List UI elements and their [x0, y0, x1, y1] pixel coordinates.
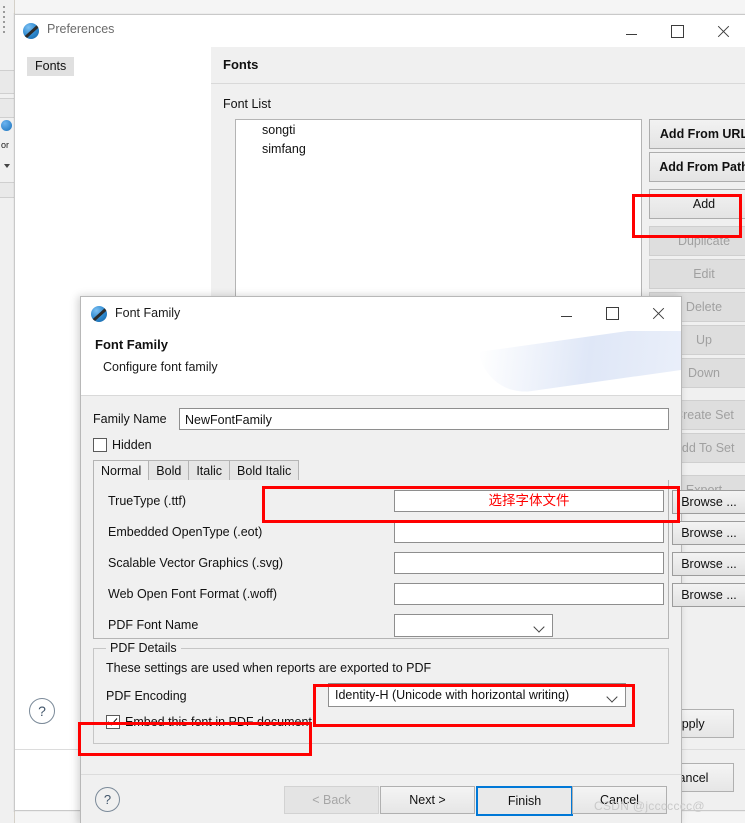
- close-button[interactable]: [635, 297, 681, 329]
- list-item[interactable]: songti: [236, 120, 641, 139]
- family-name-input[interactable]: NewFontFamily: [179, 408, 669, 430]
- embed-font-checkbox-row[interactable]: Embed this font in PDF document: [106, 715, 312, 729]
- maximize-icon: [605, 306, 619, 320]
- list-item[interactable]: simfang: [236, 139, 641, 158]
- font-files-panel: TrueType (.ttf) 选择字体文件 Browse ... Embedd…: [93, 480, 745, 639]
- svg-label: Scalable Vector Graphics (.svg): [108, 556, 284, 570]
- preferences-window-controls: [608, 15, 745, 47]
- pdf-font-name-label: PDF Font Name: [108, 618, 199, 632]
- maximize-button[interactable]: [654, 15, 700, 47]
- duplicate-button: Duplicate: [649, 226, 745, 256]
- close-icon: [717, 25, 730, 38]
- truetype-row: TrueType (.ttf) 选择字体文件 Browse ...: [108, 490, 745, 514]
- birt-small-icon: [1, 120, 12, 131]
- svg-browse-button[interactable]: Browse ...: [672, 552, 745, 576]
- edit-button: Edit: [649, 259, 745, 289]
- font-family-header: Font Family Configure font family: [81, 331, 681, 395]
- truetype-label: TrueType (.ttf): [108, 494, 187, 508]
- header-decoration: [478, 331, 681, 395]
- font-family-window-title: Font Family: [115, 306, 181, 320]
- header-title: Font Family: [95, 337, 168, 352]
- woff-browse-button[interactable]: Browse ...: [672, 583, 745, 607]
- birt-app-icon: [91, 306, 107, 322]
- ide-strip-b: [0, 98, 14, 118]
- add-button[interactable]: Add: [649, 189, 745, 219]
- page-title-divider: [211, 83, 745, 84]
- truetype-browse-button[interactable]: Browse ...: [672, 490, 745, 514]
- hidden-checkbox-label: Hidden: [112, 438, 152, 452]
- woff-input[interactable]: [394, 583, 664, 605]
- eot-input[interactable]: [394, 521, 664, 543]
- chevron-down-icon: [606, 691, 618, 703]
- maximize-icon: [670, 24, 684, 38]
- preferences-window-title: Preferences: [47, 22, 115, 36]
- header-subtitle: Configure font family: [103, 360, 218, 374]
- svg-input[interactable]: [394, 552, 664, 574]
- close-button[interactable]: [700, 15, 745, 47]
- tab-bold-italic[interactable]: Bold Italic: [229, 460, 300, 481]
- font-family-footer: ? < Back Next > Finish Cancel: [81, 774, 681, 823]
- embed-font-label: Embed this font in PDF document: [125, 715, 312, 729]
- woff-row: Web Open Font Format (.woff) Browse ...: [108, 583, 745, 607]
- pdf-details-group: PDF Details These settings are used when…: [93, 641, 669, 744]
- add-from-path-button[interactable]: Add From Path: [649, 152, 745, 182]
- minimize-icon: [625, 33, 637, 35]
- watermark: CSDN @jccccccc@: [594, 799, 705, 813]
- tab-italic[interactable]: Italic: [188, 460, 231, 481]
- font-family-dialog: Font Family Font Family Configure font f…: [80, 296, 745, 823]
- font-family-help-icon[interactable]: ?: [95, 787, 120, 812]
- font-family-titlebar[interactable]: Font Family: [81, 297, 681, 331]
- close-icon: [652, 307, 665, 320]
- tab-strip-filler: [298, 460, 669, 481]
- toolbar-grip-icon: [3, 6, 6, 33]
- background-ide-sliver: or: [0, 0, 15, 823]
- font-list-label: Font List: [223, 97, 271, 111]
- minimize-button[interactable]: [608, 15, 654, 47]
- birt-app-icon: [23, 23, 39, 39]
- eot-row: Embedded OpenType (.eot) Browse ...: [108, 521, 745, 545]
- pdf-font-name-select[interactable]: [394, 614, 553, 637]
- screenshot-root: or Preferences Fonts Fonts Font List son…: [0, 0, 745, 823]
- font-style-tabs: Normal Bold Italic Bold Italic: [93, 460, 669, 481]
- back-button: < Back: [284, 786, 379, 814]
- font-list[interactable]: songti simfang: [235, 119, 642, 323]
- add-from-url-button[interactable]: Add From URL: [649, 119, 745, 149]
- family-name-label: Family Name: [93, 412, 167, 426]
- pdf-details-title: PDF Details: [106, 641, 181, 655]
- pdf-font-name-row: PDF Font Name: [108, 614, 658, 638]
- woff-label: Web Open Font Format (.woff): [108, 587, 278, 601]
- pdf-encoding-select[interactable]: Identity-H (Unicode with horizontal writ…: [328, 683, 626, 707]
- next-button[interactable]: Next >: [380, 786, 475, 814]
- minimize-icon: [560, 315, 572, 317]
- eot-browse-button[interactable]: Browse ...: [672, 521, 745, 545]
- embed-font-checkbox[interactable]: [106, 715, 120, 729]
- hidden-checkbox[interactable]: [93, 438, 107, 452]
- pdf-encoding-value: Identity-H (Unicode with horizontal writ…: [335, 688, 570, 702]
- pdf-details-description: These settings are used when reports are…: [106, 661, 432, 675]
- svg-row: Scalable Vector Graphics (.svg) Browse .…: [108, 552, 745, 576]
- pdf-encoding-label: PDF Encoding: [106, 689, 187, 703]
- chevron-down-icon: [533, 621, 545, 633]
- eot-label: Embedded OpenType (.eot): [108, 525, 263, 539]
- ide-strip-a: [0, 70, 14, 94]
- family-name-row: Family Name NewFontFamily: [93, 408, 669, 432]
- minimize-button[interactable]: [543, 297, 589, 329]
- truetype-annotation-text: 选择字体文件: [488, 493, 570, 508]
- font-family-window-controls: [543, 297, 681, 329]
- finish-button[interactable]: Finish: [476, 786, 573, 816]
- tab-normal[interactable]: Normal: [93, 460, 150, 481]
- font-family-body: Family Name NewFontFamily Hidden Normal …: [81, 396, 745, 775]
- ide-label-fragment: or: [1, 140, 10, 150]
- tab-bold[interactable]: Bold: [148, 460, 190, 481]
- chevron-down-icon[interactable]: [4, 164, 10, 168]
- page-title: Fonts: [223, 57, 259, 72]
- maximize-button[interactable]: [589, 297, 635, 329]
- ide-strip-c: [0, 182, 14, 198]
- truetype-input[interactable]: 选择字体文件: [394, 490, 664, 512]
- hidden-checkbox-row[interactable]: Hidden: [93, 438, 152, 452]
- preferences-help-icon[interactable]: ?: [29, 698, 55, 724]
- sidebar-item-fonts[interactable]: Fonts: [27, 57, 75, 76]
- preferences-titlebar[interactable]: Preferences: [15, 15, 745, 48]
